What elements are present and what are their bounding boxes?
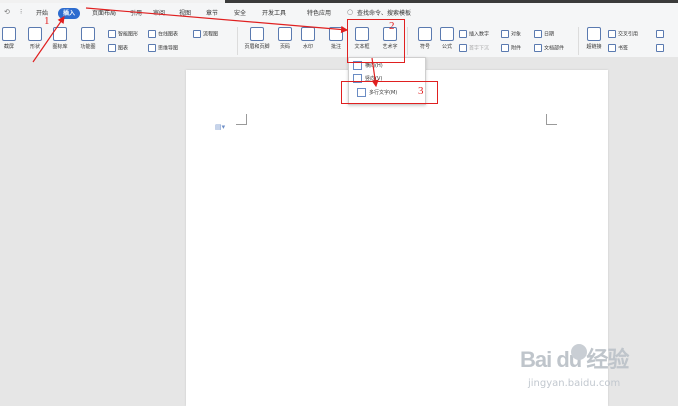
watermark-sub-text: jingyan.baidu.com [528,378,621,389]
baidu-watermark: Bai du 经验 jingyan.baidu.com [520,342,670,402]
arrow-to-textbox [85,7,349,34]
paw-logo-icon [571,344,587,360]
arrow-to-insert-tab [32,16,65,63]
arrow-to-multiline [371,57,379,88]
